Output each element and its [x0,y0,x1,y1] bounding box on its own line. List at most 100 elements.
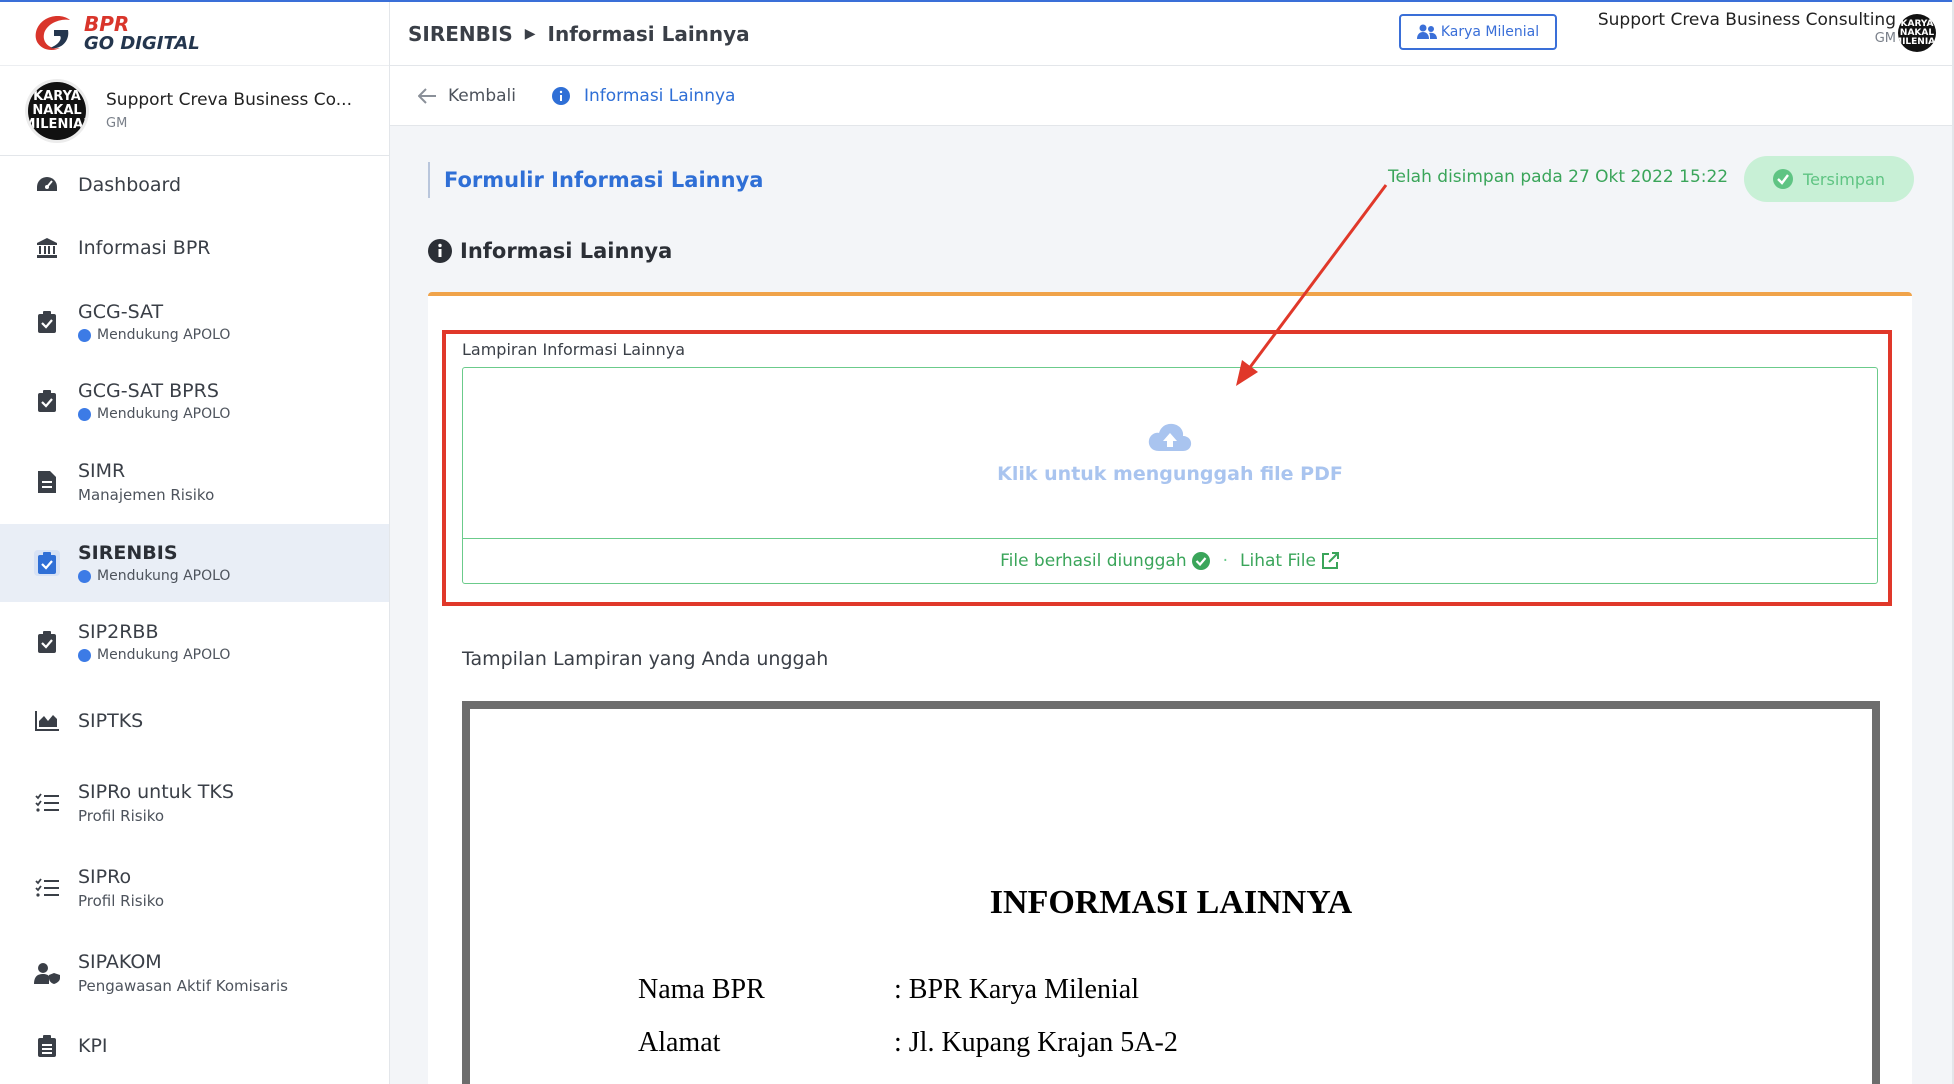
sidebar-item-kpi[interactable]: KPI [0,1016,389,1076]
sidebar-item-sipro-tks[interactable]: SIPRo untuk TKS Profil Risiko [0,760,389,846]
avatar: KARYA NAKAL MILENIAL [28,81,86,140]
arrow-left-icon [418,87,436,104]
sidebar-item-gcg-sat[interactable]: GCG-SAT Mendukung APOLO [0,282,389,362]
brand-logo[interactable]: BPR GO DIGITAL [0,2,389,66]
preview-title: Tampilan Lampiran yang Anda unggah [462,648,829,670]
form-card: Lampiran Informasi Lainnya Klik untuk me… [428,292,1912,1084]
apolo-dot-icon [78,328,91,342]
saved-button[interactable]: Tersimpan [1744,156,1914,202]
users-icon [1416,24,1437,39]
karya-milenial-button[interactable]: Karya Milenial [1399,14,1557,50]
brand-text: BPR GO DIGITAL [84,14,200,54]
sidebar-item-sub-text: Mendukung APOLO [97,406,231,422]
subnav-current-label: Informasi Lainnya [583,85,736,106]
pdf-row-value: : BPR Karya Milenial [894,974,1139,1005]
clipboard-check-icon [34,309,60,335]
sidebar-item-label: SIPRo untuk TKS [78,781,234,803]
karya-milenial-label: Karya Milenial [1440,24,1540,40]
saved-timestamp: Telah disimpan pada 27 Okt 2022 15:22 [1388,167,1729,187]
checklist-icon [34,875,60,901]
sidebar-item-sip2rbb[interactable]: SIP2RBB Mendukung APOLO [0,602,389,682]
clipboard-list-icon [34,1033,60,1059]
upload-hint: Klik untuk mengunggah file PDF [997,463,1343,485]
clipboard-check-icon [34,388,60,414]
profile-info: Support Creva Business Co... GM [106,90,352,131]
external-link-icon [1321,552,1339,569]
separator-dot: · [1222,551,1229,571]
top-header: SIRENBIS ▶ Informasi Lainnya Karya Milen… [390,2,1954,66]
breadcrumb: SIRENBIS ▶ Informasi Lainnya [408,22,750,46]
header-user-role: GM [1874,31,1896,46]
sidebar-item-label: SIMR [78,460,126,482]
sidebar-item-label: GCG-SAT BPRS [78,380,219,402]
sidebar-item-label: Dashboard [78,174,182,196]
sidebar-item-sipakom[interactable]: SIPAKOM Pengawasan Aktif Komisaris [0,930,389,1016]
clipboard-check-icon [34,550,60,576]
back-link[interactable]: Kembali [418,86,516,106]
sidebar-item-sirenbis[interactable]: SIRENBIS Mendukung APOLO [0,524,389,602]
sidebar-item-dashboard[interactable]: Dashboard [0,156,389,214]
section-title-text: Informasi Lainnya [460,239,673,263]
pdf-heading: INFORMASI LAINNYA [989,884,1353,921]
main-content: Formulir Informasi Lainnya Telah disimpa… [390,127,1954,1084]
sidebar-item-label: Informasi BPR [78,237,211,259]
section-title: Informasi Lainnya [428,239,672,263]
breadcrumb-root[interactable]: SIRENBIS [408,22,513,46]
breadcrumb-current: Informasi Lainnya [547,22,750,46]
sidebar-item-sub: Mendukung APOLO [78,406,230,422]
check-circle-icon [1191,551,1211,571]
view-file-link[interactable]: Lihat File [1240,551,1340,571]
area-chart-icon [34,708,60,734]
sidebar-item-sub-text: Mendukung APOLO [97,327,231,343]
pdf-preview-frame[interactable]: INFORMASI LAINNYA Nama BPR : BPR Karya M… [462,701,1880,1084]
sidebar-item-sub-text: Mendukung APOLO [97,568,231,584]
sidebar-item-sub: Profil Risiko [78,892,165,910]
header-user-name: Support Creva Business Consulting [1597,10,1896,30]
sidebar-item-sub: Profil Risiko [78,807,165,825]
upload-label: Lampiran Informasi Lainnya [462,340,686,359]
info-circle-icon [551,86,570,105]
sidebar-menu: Dashboard Informasi BPR GCG-SAT Mendukun… [0,156,389,1076]
sidebar-item-sipro[interactable]: SIPRo Profil Risiko [0,846,389,930]
back-label: Kembali [448,85,516,106]
caret-right-icon: ▶ [524,26,536,42]
speedometer-icon [34,172,60,198]
sidebar-item-sub: Mendukung APOLO [78,568,230,584]
sidebar-item-label: KPI [78,1035,108,1057]
sidebar-item-simr[interactable]: SIMR Manajemen Risiko [0,440,389,524]
apolo-dot-icon [78,407,91,421]
sidebar-item-label: GCG-SAT [78,301,164,323]
saved-button-label: Tersimpan [1803,169,1885,189]
sidebar-item-label: SIPRo [78,866,132,888]
info-circle-icon [428,239,452,263]
header-avatar[interactable]: KARYA NAKAL MILENIAL [1898,14,1936,52]
sidebar-item-sub: Mendukung APOLO [78,647,230,663]
profile-role: GM [106,116,128,131]
sidebar-item-label: SIP2RBB [78,621,159,643]
form-title: Formulir Informasi Lainnya [428,162,763,198]
profile-name: Support Creva Business Co... [106,90,352,110]
cloud-upload-icon [1148,423,1192,451]
pdf-page: INFORMASI LAINNYA Nama BPR : BPR Karya M… [470,709,1872,1084]
sidebar-item-label: SIRENBIS [78,542,178,564]
sidebar-profile[interactable]: KARYA NAKAL MILENIAL Support Creva Busin… [0,66,389,156]
header-user[interactable]: Support Creva Business Consulting GM [1598,10,1896,46]
check-circle-icon [1773,169,1794,189]
sidebar-item-informasi-bpr[interactable]: Informasi BPR [0,214,389,282]
sidebar-item-label: SIPTKS [78,710,144,732]
sidebar-item-sub: Pengawasan Aktif Komisaris [78,977,288,995]
pdf-upload-dropzone[interactable]: Klik untuk mengunggah file PDF [462,367,1878,538]
sidebar-item-siptks[interactable]: SIPTKS [0,682,389,760]
sidebar: BPR GO DIGITAL KARYA NAKAL MILENIAL Supp… [0,2,390,1084]
apolo-dot-icon [78,648,91,662]
brand-line1: BPR [84,11,130,36]
document-icon [34,469,60,495]
pdf-row: Alamat : Jl. Kupang Krajan 5A-2 [638,1027,1178,1059]
sidebar-item-gcg-sat-bprs[interactable]: GCG-SAT BPRS Mendukung APOLO [0,362,389,440]
sub-navigation: Kembali Informasi Lainnya [390,66,1954,126]
logo-swoosh-icon [30,10,78,58]
subnav-current[interactable]: Informasi Lainnya [551,85,736,106]
upload-status-text: File berhasil diunggah [1000,551,1187,571]
upload-status-bar: File berhasil diunggah · Lihat File [462,538,1878,584]
apolo-dot-icon [78,569,91,583]
